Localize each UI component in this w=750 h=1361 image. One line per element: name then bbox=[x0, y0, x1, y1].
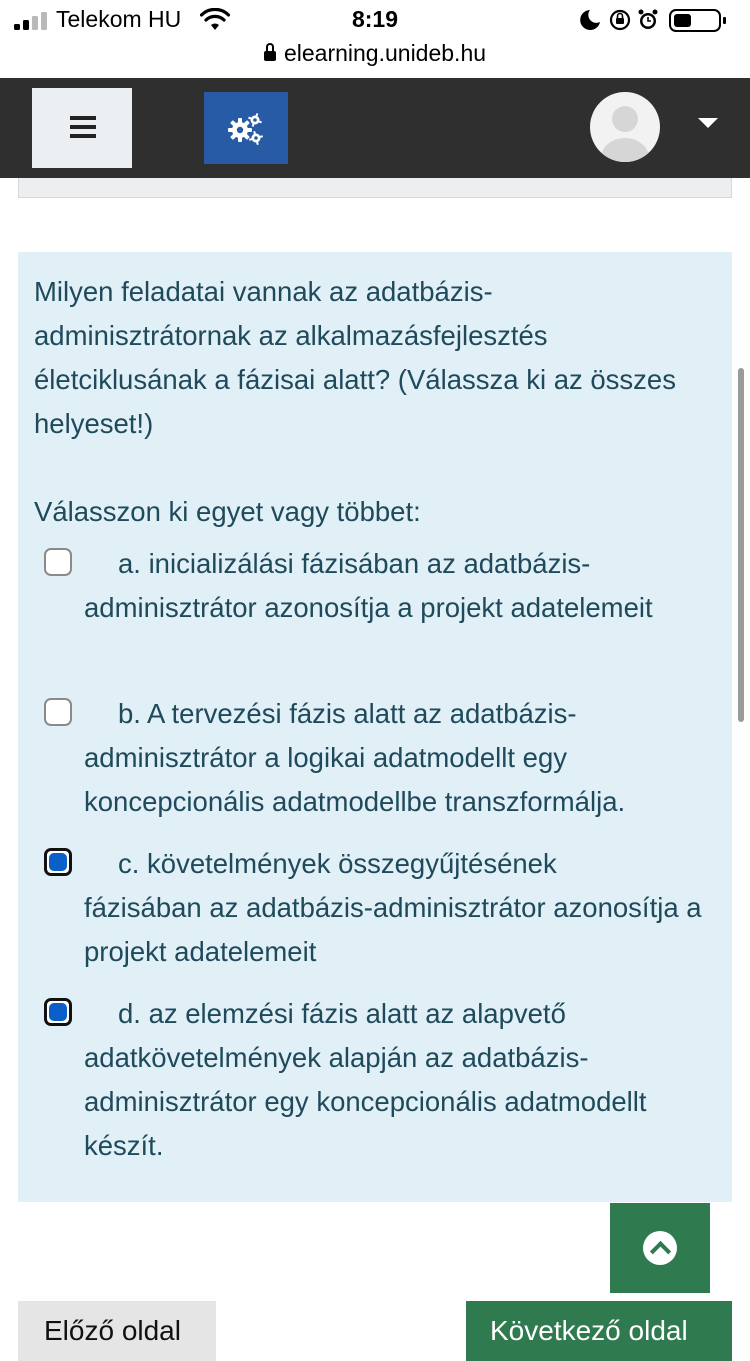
user-avatar[interactable] bbox=[590, 92, 660, 162]
caret-down-icon[interactable] bbox=[698, 118, 718, 128]
lock-icon bbox=[263, 43, 276, 61]
chevron-up-icon bbox=[643, 1231, 677, 1265]
settings-button[interactable] bbox=[204, 92, 288, 164]
answer-c-checkbox[interactable] bbox=[44, 848, 72, 876]
answer-b-label[interactable]: b. A tervezési fázis alatt az adatbázis-… bbox=[84, 692, 704, 824]
answer-d-label[interactable]: d. az elemzési fázis alatt az alapvető a… bbox=[84, 992, 704, 1168]
question-card: Milyen feladatai vannak az adatbázis-adm… bbox=[18, 252, 732, 1202]
url-bar[interactable]: elearning.unideb.hu bbox=[0, 40, 750, 67]
answer-c-label[interactable]: c. követelmények összegyűjtésének fázisá… bbox=[84, 842, 704, 974]
answer-a-checkbox[interactable] bbox=[44, 548, 72, 576]
status-bar: Telekom HU 8:19 elearning.unideb.hu bbox=[0, 0, 750, 78]
battery-icon bbox=[669, 9, 726, 32]
orientation-lock-icon bbox=[609, 9, 631, 31]
gears-icon bbox=[228, 113, 264, 146]
moon-icon bbox=[580, 10, 600, 30]
url-text: elearning.unideb.hu bbox=[283, 40, 487, 66]
answer-a-label[interactable]: a. inicializálási fázisában az adatbázis… bbox=[84, 542, 704, 630]
previous-section-box bbox=[18, 178, 732, 198]
next-page-button[interactable]: Következő oldal bbox=[466, 1301, 732, 1361]
top-navbar bbox=[0, 78, 750, 178]
answer-b-checkbox[interactable] bbox=[44, 698, 72, 726]
question-text: Milyen feladatai vannak az adatbázis-adm… bbox=[34, 276, 676, 439]
page-scrollbar[interactable] bbox=[738, 368, 744, 722]
back-to-top-button[interactable] bbox=[610, 1203, 710, 1293]
answer-prompt: Válasszon ki egyet vagy többet: bbox=[34, 496, 421, 527]
status-icons bbox=[580, 9, 726, 32]
hamburger-menu-icon bbox=[70, 116, 96, 138]
user-avatar-icon bbox=[601, 106, 649, 162]
menu-button[interactable] bbox=[32, 88, 132, 168]
answer-d-checkbox[interactable] bbox=[44, 998, 72, 1026]
previous-page-button[interactable]: Előző oldal bbox=[18, 1301, 216, 1361]
alarm-icon bbox=[638, 9, 658, 29]
